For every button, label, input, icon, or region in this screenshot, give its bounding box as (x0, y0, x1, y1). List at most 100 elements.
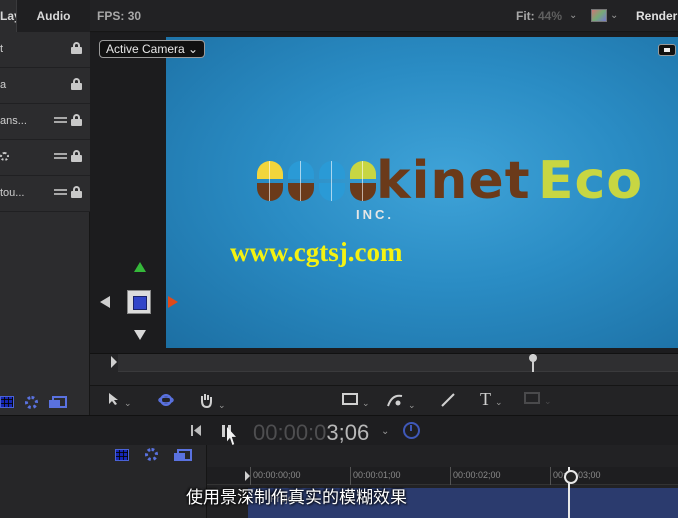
layer-row[interactable]: ans... (0, 104, 90, 140)
active-camera-menu[interactable]: Active Camera ⌄ (99, 40, 206, 58)
layer-row-icons (71, 42, 82, 54)
gear-icon[interactable] (145, 448, 158, 461)
pen-tool[interactable]: ⌄ (386, 392, 416, 410)
ruler-tick (550, 467, 551, 485)
logo-dot (318, 161, 346, 203)
layer-list: t a ans... tou... (0, 32, 90, 212)
video-subtitle: 使用景深制作真实的模糊效果 (186, 488, 407, 508)
timecode-dim: 00:00:0 (253, 420, 327, 445)
layer-name: tou... (0, 187, 25, 199)
timeline-header-icons (115, 448, 192, 461)
chevron-down-icon: ⌄ (408, 400, 416, 410)
layer-row[interactable]: a (0, 68, 90, 104)
timeline-playhead[interactable] (564, 467, 578, 518)
lock-icon[interactable] (71, 114, 82, 126)
chevron-down-icon: ⌄ (188, 42, 199, 56)
shape-tool[interactable]: ⌄ (342, 392, 370, 410)
lock-icon[interactable] (71, 150, 82, 162)
text-tool[interactable]: T ⌄ (480, 389, 503, 409)
layers-icon[interactable] (174, 448, 192, 461)
chevron-down-icon[interactable]: ⌄ (610, 10, 618, 21)
pan-tool[interactable]: ⌄ (198, 392, 226, 410)
rectangle-icon (342, 393, 358, 405)
logo-dot (287, 161, 315, 203)
camera-view-icon[interactable] (127, 290, 151, 314)
timecode-display[interactable]: 00:00:03;06 (253, 420, 369, 446)
gear-icon (0, 152, 9, 161)
timecode-bright: 3;06 (326, 420, 370, 445)
layer-name: ans... (0, 115, 27, 127)
layer-name: t (0, 43, 4, 55)
grid-icon[interactable] (0, 396, 14, 408)
chevron-down-icon[interactable]: ⌄ (381, 426, 389, 437)
logo-dot (349, 161, 377, 203)
tab-layers[interactable]: Layers (0, 0, 16, 32)
watermark-text: www.cgtsj.com (230, 237, 403, 267)
chevron-down-icon: ⌄ (124, 398, 132, 408)
chevron-down-icon: ⌄ (544, 396, 552, 406)
layer-row[interactable]: tou... (0, 176, 90, 212)
arrow-up-icon[interactable] (134, 262, 146, 272)
layers-panel: Layers Audio t a ans... tou... (0, 0, 90, 415)
select-tool[interactable]: ⌄ (108, 392, 132, 410)
logo-word-eco: Eco (538, 151, 644, 211)
transport-bar: 00:00:03;06 ⌄ (0, 415, 678, 445)
ruler-tick-label: 00:00:01;00 (353, 470, 401, 480)
loop-playback-icon[interactable] (403, 422, 420, 439)
chevron-down-icon[interactable]: ⌄ (569, 10, 577, 21)
fps-readout: FPS: 30 (97, 9, 141, 23)
lock-icon[interactable] (71, 42, 82, 54)
camera-nav-widget[interactable] (98, 258, 178, 343)
stack-icon[interactable] (54, 151, 67, 161)
canvas-toolbar: ⌄ ⌄ ⌄ ⌄ T ⌄ ⌄ (90, 385, 678, 415)
mini-timeline (90, 353, 678, 385)
layer-row-icons (54, 186, 82, 198)
layer-row[interactable]: t (0, 32, 90, 68)
hand-icon (201, 394, 212, 409)
layers-panel-footer (0, 389, 90, 415)
render-menu[interactable]: Render (636, 9, 677, 23)
paint-tool[interactable] (440, 392, 456, 410)
go-to-start-icon[interactable] (191, 425, 201, 436)
brush-icon (441, 393, 455, 407)
bezier-pen-icon (387, 394, 403, 407)
arrow-cursor-icon (109, 393, 118, 405)
canvas-options-icon[interactable] (658, 44, 676, 56)
ruler-tick (450, 467, 451, 485)
fit-value: 44% (538, 9, 563, 23)
fps-value: 30 (127, 9, 142, 23)
text-tool-glyph: T (480, 389, 491, 409)
canvas-top-bar: FPS: 30 Fit: 44% ⌄ ⌄ Render (90, 0, 678, 32)
grid-icon[interactable] (115, 448, 129, 461)
canvas-area: Active Camera ⌄ kinet Eco INC. www.cgtsj… (90, 33, 678, 353)
orbit-tool[interactable] (158, 392, 174, 410)
stack-icon[interactable] (54, 187, 67, 197)
arrow-left-icon[interactable] (100, 296, 110, 308)
layer-row-icons (54, 114, 82, 126)
play-range-start-marker[interactable] (111, 356, 117, 368)
mini-playhead[interactable] (529, 354, 537, 372)
gear-icon[interactable] (25, 395, 38, 409)
timeline-layer-list (0, 445, 207, 518)
mini-timeline-track[interactable] (118, 354, 678, 372)
tab-audio[interactable]: Audio (16, 0, 90, 32)
stack-icon[interactable] (54, 115, 67, 125)
layer-row[interactable] (0, 140, 90, 176)
logo-inc: INC. (356, 207, 394, 222)
lock-icon[interactable] (71, 78, 82, 90)
mask-tool[interactable]: ⌄ (524, 392, 552, 410)
canvas-viewport[interactable]: kinet Eco INC. www.cgtsj.com (166, 37, 678, 348)
color-channel-icon[interactable] (591, 9, 607, 22)
fit-label: Fit: (516, 9, 535, 23)
orbit-icon (158, 394, 174, 406)
fit-zoom-menu[interactable]: Fit: 44% (516, 9, 562, 23)
chevron-down-icon: ⌄ (218, 400, 226, 410)
mask-icon (524, 392, 540, 404)
layer-row-icons (54, 150, 82, 162)
lock-icon[interactable] (71, 186, 82, 198)
layer-row-icons (71, 78, 82, 90)
logo-dot (256, 161, 284, 203)
fps-label: FPS: (97, 9, 125, 23)
layers-icon[interactable] (49, 396, 67, 408)
arrow-down-icon[interactable] (134, 330, 146, 340)
